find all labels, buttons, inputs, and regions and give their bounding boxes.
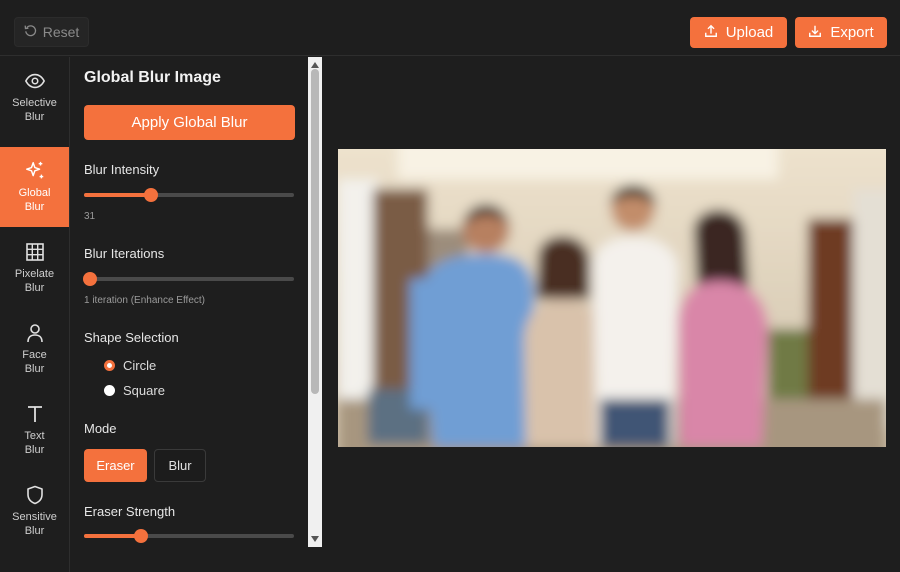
rail-item-face-blur[interactable]: Face Blur	[0, 309, 69, 389]
blur-iterations-value: 1 iteration (Enhance Effect)	[84, 295, 205, 306]
rail-item-pixelate-blur[interactable]: Pixelate Blur	[0, 228, 69, 308]
blur-iterations-label: Blur Iterations	[84, 246, 165, 261]
apply-global-blur-button[interactable]: Apply Global Blur	[84, 105, 295, 140]
image-canvas	[323, 57, 900, 572]
mode-eraser-button[interactable]: Eraser	[84, 449, 147, 482]
shape-circle-radio[interactable]: Circle	[104, 358, 156, 373]
blur-intensity-label: Blur Intensity	[84, 162, 160, 177]
eraser-strength-label: Eraser Strength	[84, 504, 176, 519]
sparkles-icon	[24, 160, 46, 182]
person-icon	[24, 322, 46, 344]
top-bar: Reset Upload Export	[0, 0, 900, 56]
scroll-down-arrow-icon[interactable]	[308, 533, 322, 545]
mode-label: Mode	[84, 421, 117, 436]
radio-label: Square	[123, 383, 165, 398]
shield-icon	[24, 484, 46, 506]
scroll-thumb[interactable]	[311, 69, 319, 394]
export-label: Export	[830, 24, 874, 41]
upload-button[interactable]: Upload	[690, 17, 787, 48]
rail-item-selective-blur[interactable]: Selective Blur	[0, 57, 69, 137]
shape-selection-label: Shape Selection	[84, 330, 179, 345]
panel-title: Global Blur Image	[84, 69, 221, 86]
slider-thumb[interactable]	[144, 188, 159, 202]
rail-label: Text Blur	[24, 430, 45, 456]
shape-square-radio[interactable]: Square	[104, 383, 165, 398]
download-icon	[808, 24, 822, 42]
radio-label: Circle	[123, 358, 157, 373]
grid-icon	[24, 241, 46, 263]
eye-icon	[24, 70, 46, 92]
upload-icon	[704, 24, 718, 42]
slider-thumb[interactable]	[83, 272, 98, 286]
rail-label: Selective Blur	[12, 97, 57, 123]
rail-item-text-blur[interactable]: Text Blur	[0, 390, 69, 470]
blur-app: Reset Upload Export Selective Blur Globa…	[0, 0, 900, 572]
rail-item-global-blur[interactable]: Global Blur	[0, 147, 69, 227]
blur-intensity-value: 31	[84, 211, 96, 222]
slider-thumb[interactable]	[133, 529, 148, 543]
blur-iterations-slider[interactable]	[83, 272, 294, 286]
blurred-family-photo[interactable]	[338, 149, 886, 447]
blur-intensity-slider[interactable]	[84, 188, 294, 202]
panel-scrollbar[interactable]	[308, 57, 322, 547]
upload-label: Upload	[725, 24, 774, 41]
radio-indicator	[104, 385, 115, 396]
eraser-strength-slider[interactable]	[84, 529, 294, 543]
top-actions: Upload Export	[690, 17, 887, 48]
rail-item-sensitive-blur[interactable]: Sensitive Blur	[0, 471, 69, 551]
rail-label: Global Blur	[18, 187, 51, 213]
export-button[interactable]: Export	[795, 17, 887, 48]
text-icon	[24, 403, 46, 425]
reset-label: Reset	[42, 24, 80, 40]
rail-label: Sensitive Blur	[12, 511, 57, 537]
radio-indicator	[104, 360, 115, 371]
rail-label: Pixelate Blur	[14, 268, 55, 294]
tool-rail: Selective Blur Global Blur Pixelate Blur…	[0, 57, 70, 572]
reset-button[interactable]: Reset	[14, 17, 89, 47]
reset-icon	[24, 24, 37, 40]
settings-panel: Global Blur Image Apply Global Blur Blur…	[70, 57, 308, 547]
mode-blur-button[interactable]: Blur	[154, 449, 206, 482]
rail-label: Face Blur	[22, 349, 47, 375]
